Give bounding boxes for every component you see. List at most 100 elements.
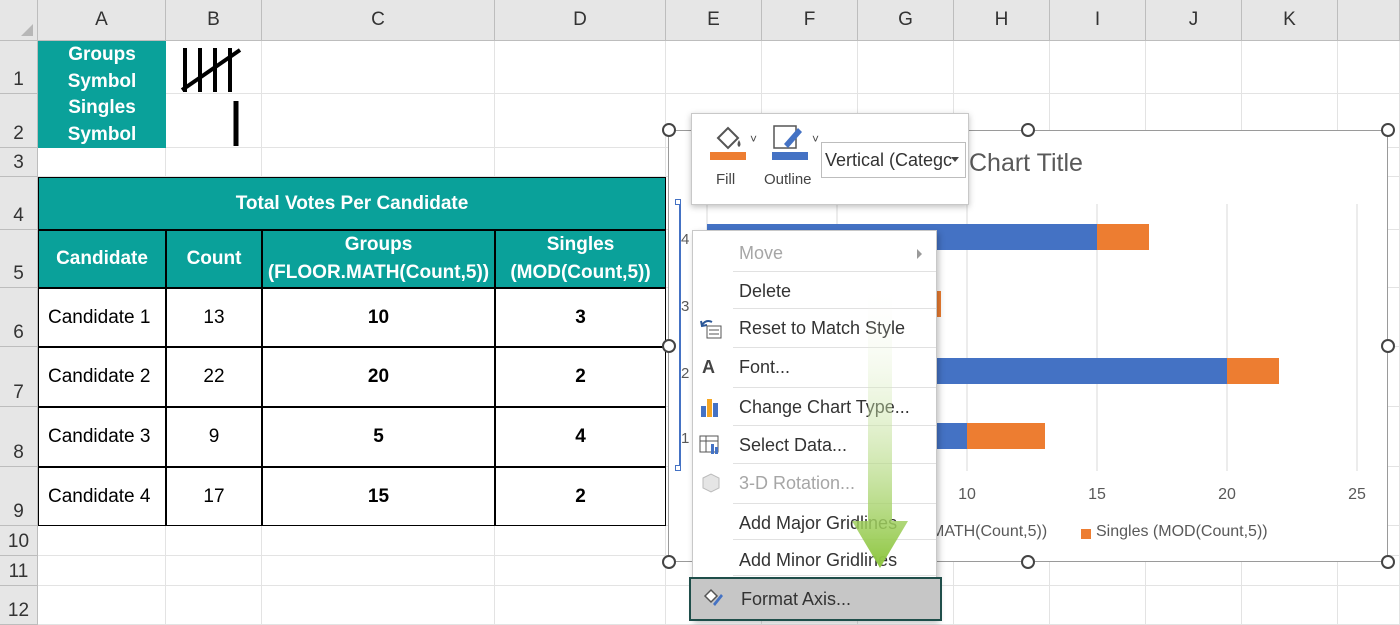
green-arrow-annotation xyxy=(852,283,908,568)
pen-outline-icon xyxy=(772,125,808,160)
table-cell[interactable]: Candidate 4 xyxy=(38,467,166,526)
chart-element-selector[interactable]: Vertical (Categc xyxy=(821,142,966,178)
table-header-label: Candidate xyxy=(56,248,148,269)
chart-type-icon xyxy=(699,396,721,418)
table-cell[interactable]: 9 xyxy=(166,407,262,467)
category-label: 3 xyxy=(681,298,689,315)
row-header[interactable]: 4 xyxy=(0,177,38,230)
chart-resize-handle-mr[interactable] xyxy=(1381,339,1395,353)
svg-text:A: A xyxy=(702,357,715,377)
table-cell[interactable]: 2 xyxy=(495,467,666,526)
row-header[interactable]: 12 xyxy=(0,586,38,625)
font-icon: A xyxy=(699,356,721,378)
table-cell[interactable]: Candidate 2 xyxy=(38,347,166,407)
row-header[interactable]: 5 xyxy=(0,230,38,288)
x-tick-label: 20 xyxy=(1218,486,1236,503)
column-header[interactable]: I xyxy=(1050,0,1146,41)
category-label: 2 xyxy=(681,365,689,382)
fill-color-swatch xyxy=(710,152,746,160)
legend-series-singles[interactable]: Singles (MOD(Count,5)) xyxy=(1096,523,1268,541)
table-cell[interactable]: 10 xyxy=(262,288,495,347)
column-header[interactable]: B xyxy=(166,0,262,41)
bar-singles-candidate-1 xyxy=(967,423,1045,449)
table-header-label: Singles (MOD(Count,5)) xyxy=(510,234,651,283)
paint-bucket-icon xyxy=(710,126,746,160)
x-tick-label: 15 xyxy=(1088,486,1106,503)
row-header[interactable]: 7 xyxy=(0,347,38,407)
column-header[interactable]: E xyxy=(666,0,762,41)
format-axis-icon xyxy=(701,586,723,608)
category-label: 4 xyxy=(681,231,689,248)
chart-resize-handle-tr[interactable] xyxy=(1381,123,1395,137)
tally-single-symbol xyxy=(233,101,239,146)
legend-series-groups[interactable]: MATH(Count,5)) xyxy=(931,523,1047,541)
column-header[interactable] xyxy=(1338,0,1400,41)
column-header[interactable]: J xyxy=(1146,0,1242,41)
bar-singles-candidate-4 xyxy=(1097,224,1149,250)
menu-item-label: Format Axis... xyxy=(741,588,852,609)
table-header-cell[interactable]: Candidate xyxy=(38,230,166,288)
menu-item-label: Font... xyxy=(739,357,791,377)
menu-item-label: Move xyxy=(739,243,784,263)
row-header[interactable]: 6 xyxy=(0,288,38,347)
table-cell[interactable]: 5 xyxy=(262,407,495,467)
legend-swatch-singles xyxy=(1081,529,1091,539)
column-header[interactable]: K xyxy=(1242,0,1338,41)
table-header-cell[interactable]: Singles (MOD(Count,5)) xyxy=(495,230,666,288)
column-header[interactable]: H xyxy=(954,0,1050,41)
menu-item-label: Delete xyxy=(739,281,792,301)
table-cell[interactable]: 4 xyxy=(495,407,666,467)
row-header[interactable]: 3 xyxy=(0,148,38,177)
menu-item-move[interactable]: Move xyxy=(693,235,936,272)
column-header[interactable]: F xyxy=(762,0,858,41)
table-header-label: Groups (FLOOR.MATH(Count,5)) xyxy=(267,234,490,283)
chart-resize-handle-bl[interactable] xyxy=(662,555,676,569)
outline-button[interactable]: ˅ Outline xyxy=(762,114,822,206)
column-header[interactable]: C xyxy=(262,0,495,41)
row-header[interactable]: 1 xyxy=(0,41,38,94)
table-cell[interactable]: 15 xyxy=(262,467,495,526)
tally-group-symbol xyxy=(180,48,242,92)
table-cell[interactable]: 3 xyxy=(495,288,666,347)
chart-resize-handle-tl[interactable] xyxy=(662,123,676,137)
table-cell[interactable]: 20 xyxy=(262,347,495,407)
column-header[interactable]: D xyxy=(495,0,666,41)
chart-resize-handle-ml[interactable] xyxy=(662,339,676,353)
x-tick-label: 25 xyxy=(1348,486,1366,503)
menu-item-format-axis[interactable]: Format Axis... xyxy=(689,577,942,621)
singles-symbol-label: Singles Symbol xyxy=(38,94,166,148)
row-header[interactable]: 9 xyxy=(0,467,38,526)
row-header[interactable]: 11 xyxy=(0,556,38,586)
table-cell[interactable]: 17 xyxy=(166,467,262,526)
select-all-corner[interactable] xyxy=(0,0,38,41)
chart-resize-handle-bc[interactable] xyxy=(1021,555,1035,569)
groups-symbol-label: Groups Symbol xyxy=(38,41,166,94)
fill-button[interactable]: ˅ Fill xyxy=(702,114,757,206)
fill-dropdown-chevron-icon[interactable]: ˅ xyxy=(750,132,757,146)
column-header[interactable]: G xyxy=(858,0,954,41)
table-cell[interactable]: 22 xyxy=(166,347,262,407)
chart-resize-handle-br[interactable] xyxy=(1381,555,1395,569)
outline-color-swatch xyxy=(772,152,808,160)
table-cell[interactable]: 13 xyxy=(166,288,262,347)
bar-singles-candidate-2 xyxy=(1227,358,1279,384)
row-header[interactable]: 2 xyxy=(0,94,38,148)
table-cell[interactable]: Candidate 1 xyxy=(38,288,166,347)
menu-separator xyxy=(733,271,936,272)
chevron-down-icon xyxy=(951,157,959,162)
row-header[interactable]: 10 xyxy=(0,526,38,556)
category-label: 1 xyxy=(681,430,689,447)
column-header[interactable]: A xyxy=(38,0,166,41)
reset-style-icon xyxy=(699,317,722,339)
row-header[interactable]: 8 xyxy=(0,407,38,467)
table-header-label: Count xyxy=(186,248,242,269)
chart-resize-handle-tc[interactable] xyxy=(1021,123,1035,137)
table-cell[interactable]: 2 xyxy=(495,347,666,407)
select-data-icon xyxy=(699,434,721,456)
menu-item-label: Select Data... xyxy=(739,435,848,455)
table-header-cell[interactable]: Count xyxy=(166,230,262,288)
outline-dropdown-chevron-icon[interactable]: ˅ xyxy=(812,132,819,146)
menu-item-label: 3-D Rotation... xyxy=(739,473,856,493)
table-header-cell[interactable]: Groups (FLOOR.MATH(Count,5)) xyxy=(262,230,495,288)
table-cell[interactable]: Candidate 3 xyxy=(38,407,166,467)
